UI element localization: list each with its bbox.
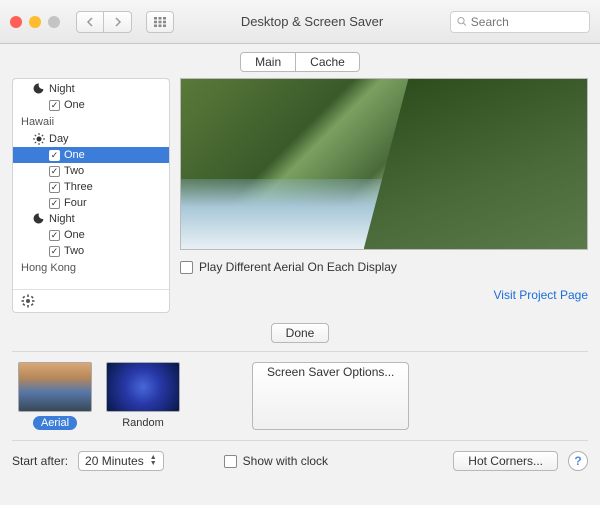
subgroup-label: Night: [49, 213, 75, 225]
tree-item[interactable]: ✓ One: [13, 97, 169, 113]
zoom-window-button: [48, 16, 60, 28]
show-with-clock-row[interactable]: Show with clock: [224, 454, 328, 468]
saver-thumb: [18, 362, 92, 412]
config-row: Night ✓ One Hawaii Day ✓ One ✓: [12, 78, 588, 313]
tree-item-label: Two: [64, 245, 84, 257]
search-field[interactable]: [450, 11, 590, 33]
search-icon: [457, 16, 467, 27]
start-after-value: 20 Minutes: [85, 454, 144, 468]
sheet-tabs: Main Cache: [12, 52, 588, 72]
saver-thumb: [106, 362, 180, 412]
done-button[interactable]: Done: [271, 323, 330, 343]
checkbox[interactable]: [224, 455, 237, 468]
saver-label: Random: [122, 417, 164, 429]
show-all-button[interactable]: [146, 11, 174, 33]
tree-item-label: Three: [64, 181, 93, 193]
subgroup-night[interactable]: Night: [13, 81, 169, 97]
titlebar: Desktop & Screen Saver: [0, 0, 600, 44]
hot-corners-button[interactable]: Hot Corners...: [453, 451, 558, 471]
bottom-controls: Start after: 20 Minutes ▲▼ Show with clo…: [12, 441, 588, 471]
checkbox[interactable]: [180, 261, 193, 274]
checkbox[interactable]: ✓: [49, 166, 60, 177]
sun-icon: [33, 133, 45, 145]
aerial-preview: [180, 78, 588, 250]
show-with-clock-label: Show with clock: [243, 454, 328, 468]
gear-icon[interactable]: [21, 294, 161, 308]
window-controls: [10, 16, 60, 28]
prefpane-body: Main Cache Night ✓ One Hawaii: [0, 44, 600, 505]
saver-item-random[interactable]: Random: [106, 362, 180, 430]
tab-main[interactable]: Main: [241, 53, 295, 71]
stepper-icon: ▲▼: [150, 455, 157, 467]
saver-label: Aerial: [33, 416, 77, 430]
group-hong-kong[interactable]: Hong Kong: [13, 259, 169, 277]
subgroup-label: Night: [49, 83, 75, 95]
play-different-label: Play Different Aerial On Each Display: [199, 260, 397, 274]
visit-project-link[interactable]: Visit Project Page: [180, 288, 588, 302]
grid-icon: [154, 17, 166, 27]
tree-item[interactable]: ✓ One: [13, 227, 169, 243]
checkbox[interactable]: ✓: [49, 246, 60, 257]
saver-item-aerial[interactable]: Aerial: [18, 362, 92, 430]
checkbox[interactable]: ✓: [49, 198, 60, 209]
play-different-checkbox-row[interactable]: Play Different Aerial On Each Display: [180, 260, 588, 274]
tree-item[interactable]: ✓ Two: [13, 163, 169, 179]
start-after-label: Start after:: [12, 454, 68, 468]
aerial-sidebar: Night ✓ One Hawaii Day ✓ One ✓: [12, 78, 170, 313]
tab-cache[interactable]: Cache: [295, 53, 359, 71]
checkbox[interactable]: ✓: [49, 230, 60, 241]
checkbox[interactable]: ✓: [49, 100, 60, 111]
checkbox[interactable]: ✓: [49, 150, 60, 161]
minimize-window-button[interactable]: [29, 16, 41, 28]
back-button[interactable]: [76, 11, 104, 33]
saver-list[interactable]: Aerial Random: [12, 362, 180, 430]
screen-saver-options-button[interactable]: Screen Saver Options...: [252, 362, 409, 430]
search-input[interactable]: [471, 15, 583, 29]
tree-item-label: One: [64, 149, 85, 161]
tree-item[interactable]: ✓ Two: [13, 243, 169, 259]
sidebar-footer: [13, 289, 169, 312]
tree-item-label: Four: [64, 197, 87, 209]
saver-right: Screen Saver Options...: [192, 362, 588, 430]
done-row: Done: [12, 313, 588, 351]
moon-icon: [33, 83, 45, 95]
subgroup-day[interactable]: Day: [13, 131, 169, 147]
subgroup-label: Day: [49, 133, 69, 145]
tree-item-label: One: [64, 99, 85, 111]
subgroup-night[interactable]: Night: [13, 211, 169, 227]
tree-item-label: One: [64, 229, 85, 241]
tree-item[interactable]: ✓ Four: [13, 195, 169, 211]
aerial-tree[interactable]: Night ✓ One Hawaii Day ✓ One ✓: [13, 79, 169, 289]
window-title: Desktop & Screen Saver: [182, 14, 442, 29]
saver-area: Aerial Random Screen Saver Options...: [12, 351, 588, 441]
start-after-select[interactable]: 20 Minutes ▲▼: [78, 451, 164, 471]
group-hawaii[interactable]: Hawaii: [13, 113, 169, 131]
preview-column: Play Different Aerial On Each Display Vi…: [180, 78, 588, 313]
checkbox[interactable]: ✓: [49, 182, 60, 193]
tree-item[interactable]: ✓ One: [13, 147, 169, 163]
tree-item[interactable]: ✓ Three: [13, 179, 169, 195]
moon-icon: [33, 213, 45, 225]
chevron-left-icon: [86, 17, 94, 27]
help-button[interactable]: ?: [568, 451, 588, 471]
close-window-button[interactable]: [10, 16, 22, 28]
nav-buttons: [76, 11, 132, 33]
tree-item-label: Two: [64, 165, 84, 177]
forward-button[interactable]: [104, 11, 132, 33]
chevron-right-icon: [114, 17, 122, 27]
